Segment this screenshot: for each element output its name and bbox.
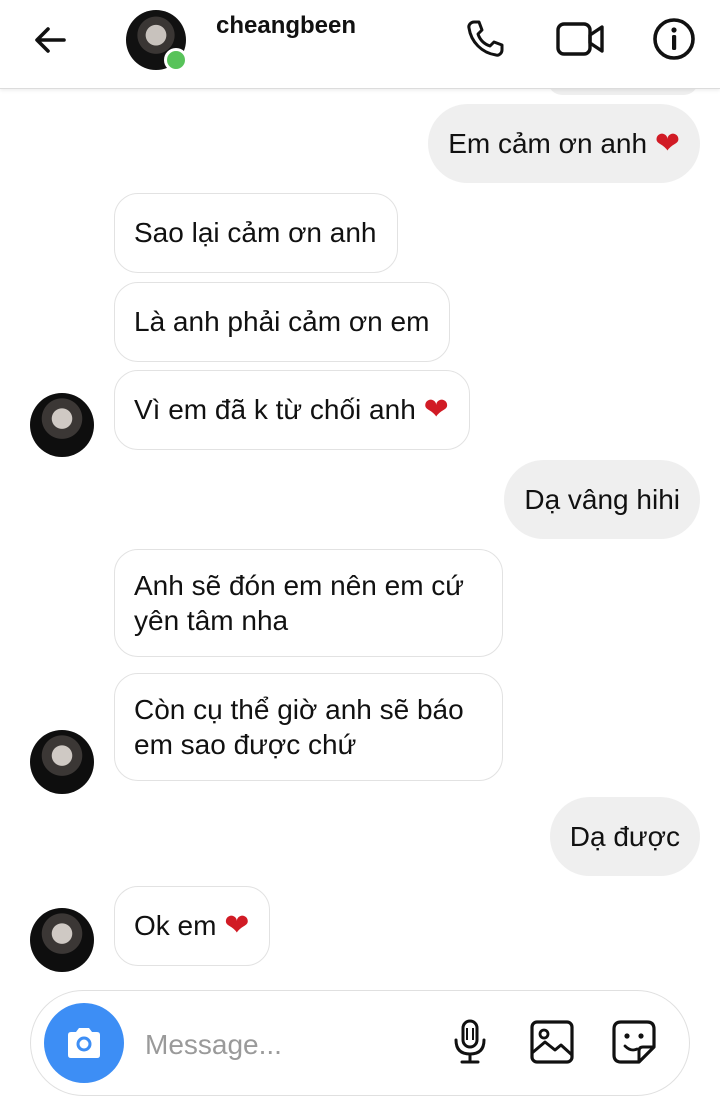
sticker-icon[interactable]	[609, 1017, 659, 1067]
incoming-message-bubble[interactable]: Anh sẽ đón em nên em cứ yên tâm nha	[114, 549, 503, 657]
contact-avatar[interactable]	[126, 10, 188, 72]
outgoing-message-bubble[interactable]: Dạ được	[549, 797, 700, 876]
phone-icon[interactable]	[462, 16, 508, 62]
microphone-icon[interactable]	[445, 1017, 495, 1067]
heart-emoji: ❤	[423, 393, 449, 426]
message-text: Còn cụ thể giờ anh sẽ báo em sao được ch…	[134, 694, 464, 760]
incoming-message-bubble[interactable]: Sao lại cảm ơn anh	[114, 193, 398, 273]
message-composer	[30, 990, 690, 1096]
camera-icon	[68, 1028, 100, 1058]
camera-button[interactable]	[44, 1003, 124, 1083]
online-status-dot	[164, 48, 188, 72]
outgoing-message-bubble[interactable]: Em cảm ơn anh ❤	[428, 104, 700, 183]
heart-emoji: ❤	[224, 909, 250, 942]
back-arrow-icon[interactable]	[30, 20, 70, 60]
message-text: Anh sẽ đón em nên em cứ yên tâm nha	[134, 570, 465, 636]
gallery-icon[interactable]	[527, 1017, 577, 1067]
info-icon[interactable]	[651, 16, 697, 62]
chat-header: cheangbeen	[0, 0, 720, 89]
message-text: Em cảm ơn anh	[448, 128, 648, 159]
message-text: Dạ được	[569, 821, 680, 852]
message-input[interactable]	[143, 1021, 447, 1069]
sender-avatar[interactable]	[30, 730, 94, 794]
message-text: Sao lại cảm ơn anh	[134, 217, 377, 248]
incoming-message-bubble[interactable]: Vì em đã k từ chối anh ❤	[114, 370, 470, 450]
incoming-message-bubble[interactable]: Là anh phải cảm ơn em	[114, 282, 451, 362]
incoming-message-bubble[interactable]: Ok em ❤	[114, 886, 271, 966]
message-text: Ok em	[134, 910, 217, 941]
incoming-message-bubble[interactable]: Còn cụ thể giờ anh sẽ báo em sao được ch…	[114, 673, 503, 781]
message-thread: Em cảm ơn anh ❤ Sao lại cảm ơn anh Là an…	[0, 81, 720, 989]
sender-avatar[interactable]	[30, 908, 94, 972]
outgoing-message-bubble[interactable]: Dạ vâng hihi	[504, 460, 700, 539]
heart-emoji: ❤	[654, 127, 680, 160]
message-text: Dạ vâng hihi	[524, 484, 680, 515]
message-text: Là anh phải cảm ơn em	[134, 306, 430, 337]
contact-username[interactable]: cheangbeen	[216, 12, 356, 40]
video-camera-icon[interactable]	[555, 16, 605, 62]
message-text: Vì em đã k từ chối anh	[134, 394, 416, 425]
sender-avatar[interactable]	[30, 393, 94, 457]
